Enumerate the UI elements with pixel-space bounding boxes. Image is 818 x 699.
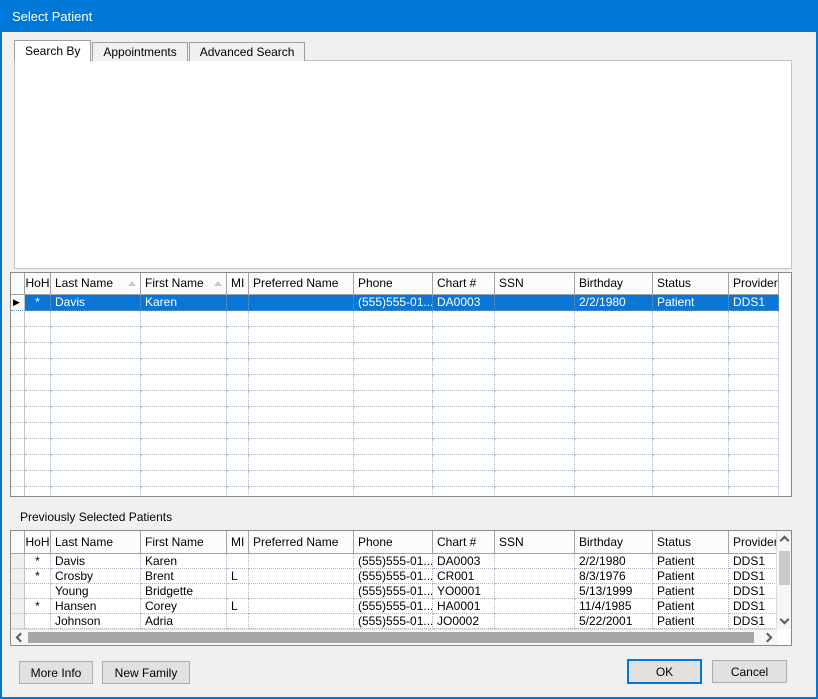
header-ssn[interactable]: SSN <box>495 273 575 295</box>
header-mi[interactable]: MI <box>227 531 249 554</box>
header-birthday[interactable]: Birthday <box>575 273 653 295</box>
cell-first-name: Karen <box>141 295 227 311</box>
header-provider[interactable]: Provider <box>729 531 776 554</box>
previous-patients-table: HoH Last Name First Name MI Preferred Na… <box>10 530 792 646</box>
header-mi[interactable]: MI <box>227 273 249 295</box>
empty-row <box>11 343 791 359</box>
header-ssn[interactable]: SSN <box>495 531 575 554</box>
current-row-arrow-icon: ▶ <box>11 295 24 310</box>
header-first-name[interactable]: First Name <box>141 273 227 295</box>
header-phone[interactable]: Phone <box>354 531 433 554</box>
header-first-name[interactable]: First Name <box>141 531 227 554</box>
previous-patient-row[interactable]: * Crosby Brent L (555)555-01... CR001 8/… <box>11 569 776 584</box>
cancel-button[interactable]: Cancel <box>712 660 787 683</box>
more-info-button[interactable]: More Info <box>19 661 93 684</box>
tab-search-by[interactable]: Search By <box>14 40 91 62</box>
search-by-panel <box>14 60 792 269</box>
tab-advanced-search[interactable]: Advanced Search <box>189 42 306 61</box>
search-results-table: HoH Last Name First Name MI Preferred Na… <box>10 272 792 497</box>
header-phone[interactable]: Phone <box>354 273 433 295</box>
cell-birthday: 2/2/1980 <box>575 295 653 311</box>
cell-status: Patient <box>653 295 729 311</box>
header-hoh[interactable]: HoH <box>25 273 51 295</box>
cell-preferred-name <box>249 295 354 311</box>
cell-chart: DA0003 <box>433 295 495 311</box>
titlebar[interactable]: Select Patient <box>0 0 818 32</box>
window-title: Select Patient <box>12 9 92 24</box>
chevron-up-icon <box>780 536 790 546</box>
previous-patient-row[interactable]: Johnson Adria (555)555-01... JO0002 5/22… <box>11 614 776 629</box>
empty-row <box>11 327 791 343</box>
results-header-row: HoH Last Name First Name MI Preferred Na… <box>11 273 791 295</box>
horizontal-scroll-thumb[interactable] <box>28 632 754 643</box>
cell-mi <box>227 295 249 311</box>
header-indicator <box>11 531 25 554</box>
cell-phone: (555)555-01... <box>354 295 433 311</box>
empty-row <box>11 311 791 327</box>
header-indicator <box>11 273 25 295</box>
header-provider[interactable]: Provider <box>729 273 779 295</box>
header-chart[interactable]: Chart # <box>433 273 495 295</box>
empty-row <box>11 423 791 439</box>
cell-last-name: Davis <box>51 295 141 311</box>
chevron-right-icon <box>763 633 773 643</box>
header-hoh[interactable]: HoH <box>25 531 51 554</box>
tab-appointments[interactable]: Appointments <box>92 42 187 61</box>
empty-row <box>11 407 791 423</box>
scroll-left-button[interactable] <box>11 630 27 645</box>
previously-selected-label: Previously Selected Patients <box>20 510 172 524</box>
header-last-name[interactable]: Last Name <box>51 273 141 295</box>
previous-patient-row[interactable]: * Hansen Corey L (555)555-01... HA0001 1… <box>11 599 776 614</box>
select-patient-dialog: Select Patient Search By Appointments Ad… <box>0 0 818 699</box>
new-family-button[interactable]: New Family <box>102 661 190 684</box>
result-row[interactable]: ▶ * Davis Karen (555)555-01... DA0003 2/… <box>11 295 791 311</box>
header-preferred-name[interactable]: Preferred Name <box>249 531 354 554</box>
ok-button[interactable]: OK <box>627 659 702 684</box>
sort-asc-icon <box>128 281 136 286</box>
cell-ssn <box>495 295 575 311</box>
horizontal-scrollbar <box>11 629 777 645</box>
scroll-down-button[interactable] <box>777 613 792 629</box>
empty-row <box>11 487 791 497</box>
previous-header-row: HoH Last Name First Name MI Preferred Na… <box>11 531 776 554</box>
header-last-name[interactable]: Last Name <box>51 531 141 554</box>
chevron-down-icon <box>780 615 790 625</box>
empty-row <box>11 439 791 455</box>
chevron-left-icon <box>16 633 26 643</box>
tab-strip: Search By Appointments Advanced Search <box>14 39 306 61</box>
scroll-up-button[interactable] <box>777 531 792 547</box>
empty-row <box>11 375 791 391</box>
empty-row <box>11 471 791 487</box>
sort-asc-icon <box>214 281 222 286</box>
vertical-scroll-thumb[interactable] <box>779 551 790 585</box>
header-birthday[interactable]: Birthday <box>575 531 653 554</box>
previous-patient-row[interactable]: * Davis Karen (555)555-01... DA0003 2/2/… <box>11 554 776 569</box>
vertical-scrollbar <box>776 531 791 629</box>
header-preferred-name[interactable]: Preferred Name <box>249 273 354 295</box>
empty-row <box>11 455 791 471</box>
empty-row <box>11 391 791 407</box>
header-status[interactable]: Status <box>653 273 729 295</box>
header-status[interactable]: Status <box>653 531 729 554</box>
cell-provider: DDS1 <box>729 295 779 311</box>
empty-row <box>11 359 791 375</box>
cell-hoh: * <box>25 295 51 311</box>
previous-patient-row[interactable]: Young Bridgette (555)555-01... YO0001 5/… <box>11 584 776 599</box>
header-chart[interactable]: Chart # <box>433 531 495 554</box>
scroll-right-button[interactable] <box>761 630 777 645</box>
